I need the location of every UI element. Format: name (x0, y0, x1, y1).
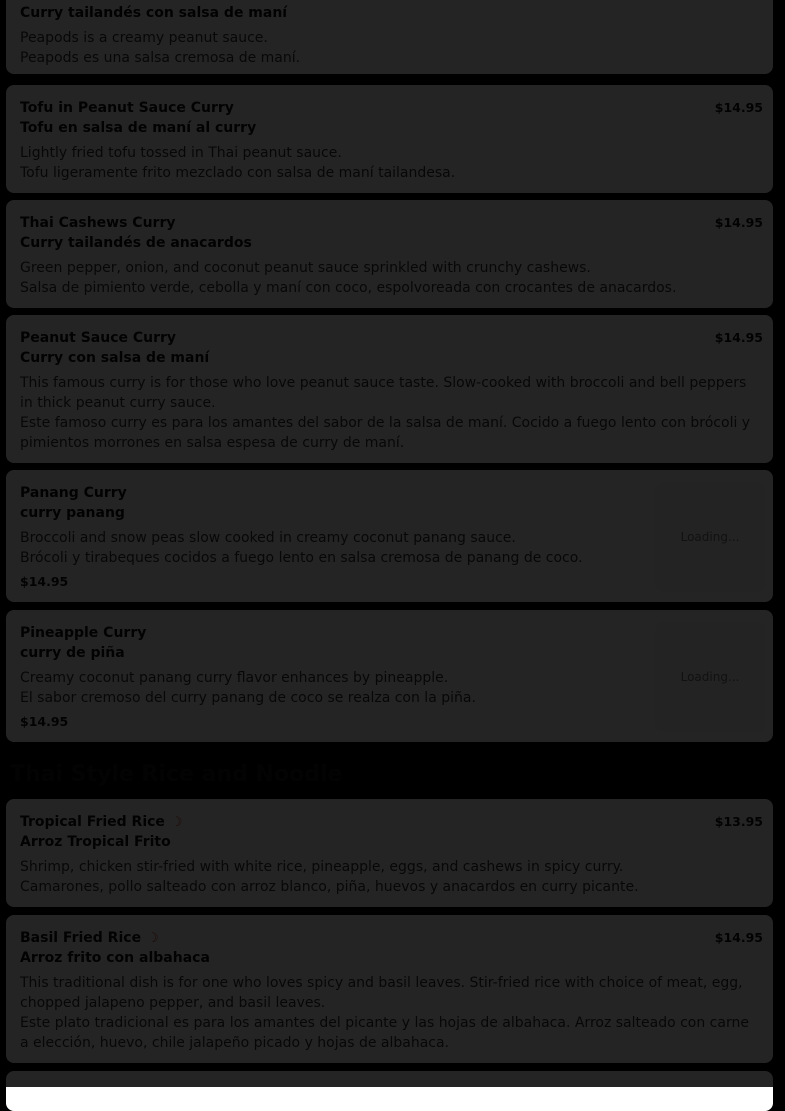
item-price: $14.95 (20, 574, 69, 589)
item-name-es: curry panang (20, 505, 125, 521)
image-loading-text: Loading... (680, 670, 740, 684)
item-description-es: Salsa de pimiento verde, cebolla y maní … (20, 280, 677, 296)
item-description: This traditional dish is for one who lov… (20, 973, 755, 1053)
item-price: $14.95 (714, 100, 763, 115)
item-description-es: Camarones, pollo salteado con arroz blan… (20, 879, 639, 895)
item-name-es: Curry tailandés de anacardos (20, 235, 252, 251)
item-description: This famous curry is for those who love … (20, 373, 755, 453)
item-description-en: Peapods is a creamy peanut sauce. (20, 30, 268, 46)
menu-item-card[interactable]: Panang Curry curry panang Broccoli and s… (6, 470, 773, 602)
item-name-es: Curry con salsa de maní (20, 350, 210, 366)
item-name-es: Arroz Tropical Frito (20, 834, 171, 850)
item-description: Shrimp, chicken stir-fried with white ri… (20, 857, 760, 897)
item-price: $13.95 (714, 814, 763, 829)
item-image-placeholder[interactable]: Loading... (655, 482, 765, 592)
item-name-en: Panang Curry (20, 485, 127, 501)
image-loading-text: Loading... (680, 530, 740, 544)
item-description-en: Lightly fried tofu tossed in Thai peanut… (20, 145, 342, 161)
item-name-text: Basil Fried Rice (20, 930, 142, 946)
item-name-en: Thai Cashews Curry (20, 215, 176, 231)
item-description-en: Broccoli and snow peas slow cooked in cr… (20, 530, 516, 546)
menu-item-card[interactable]: Curry tailandés con salsa de maní Peapod… (6, 0, 773, 74)
item-description-en: Creamy coconut panang curry flavor enhan… (20, 670, 449, 686)
menu-item-card[interactable] (6, 1071, 773, 1111)
item-description-es: Tofu ligeramente frito mezclado con sals… (20, 165, 456, 181)
item-description: Creamy coconut panang curry flavor enhan… (20, 668, 630, 708)
chili-pepper-icon: ☽ (170, 815, 183, 830)
item-name-es: Arroz frito con albahaca (20, 950, 210, 966)
item-name-en: Tofu in Peanut Sauce Curry (20, 100, 234, 116)
menu-item-card[interactable]: Tofu in Peanut Sauce Curry Tofu en salsa… (6, 85, 773, 193)
item-price: $14.95 (714, 215, 763, 230)
chili-pepper-icon: ☽ (147, 931, 159, 946)
item-name-text: Tropical Fried Rice (20, 814, 165, 830)
menu-item-card[interactable]: Peanut Sauce Curry Curry con salsa de ma… (6, 315, 773, 463)
item-description-en: This traditional dish is for one who lov… (20, 975, 743, 1011)
item-description-es: Brócoli y tirabeques cocidos a fuego len… (20, 550, 583, 566)
item-description-en: Shrimp, chicken stir-fried with white ri… (20, 859, 624, 875)
item-description: Lightly fried tofu tossed in Thai peanut… (20, 143, 760, 183)
item-image-placeholder[interactable]: Loading... (655, 622, 765, 732)
item-description-es: Este plato tradicional es para los amant… (20, 1015, 749, 1051)
item-name-es: Tofu en salsa de maní al curry (20, 120, 257, 136)
item-description: Green pepper, onion, and coconut peanut … (20, 258, 760, 298)
item-name-es: curry de piña (20, 645, 125, 661)
item-name-en: Pineapple Curry (20, 625, 147, 641)
item-description-es: Este famoso curry es para los amantes de… (20, 415, 751, 451)
item-description-en: Green pepper, onion, and coconut peanut … (20, 260, 591, 276)
item-name-en: Basil Fried Rice ☽ (20, 930, 159, 946)
menu-item-card[interactable]: Tropical Fried Rice ☽ Arroz Tropical Frit… (6, 799, 773, 907)
item-name-en: Peanut Sauce Curry (20, 330, 177, 346)
item-description: Broccoli and snow peas slow cooked in cr… (20, 528, 630, 568)
item-name-en: Tropical Fried Rice ☽ (20, 814, 183, 830)
item-name-es: Curry tailandés con salsa de maní (20, 5, 288, 21)
item-price: $14.95 (20, 714, 69, 729)
menu-item-card[interactable]: Pineapple Curry curry de piña Creamy coc… (6, 610, 773, 742)
menu-item-card[interactable]: Basil Fried Rice ☽ Arroz frito con albaha… (6, 915, 773, 1063)
item-price: $14.95 (714, 930, 763, 945)
menu-item-card[interactable]: Thai Cashews Curry Curry tailandés de an… (6, 200, 773, 308)
section-title: Thai Style Rice and Noodle (10, 762, 343, 787)
item-description-es: Peapods es una salsa cremosa de maní. (20, 50, 301, 66)
item-price: $14.95 (714, 330, 763, 345)
item-description-es: El sabor cremoso del curry panang de coc… (20, 690, 476, 706)
item-description: Peapods is a creamy peanut sauce. Peapod… (20, 28, 760, 68)
item-description-en: This famous curry is for those who love … (20, 375, 747, 411)
